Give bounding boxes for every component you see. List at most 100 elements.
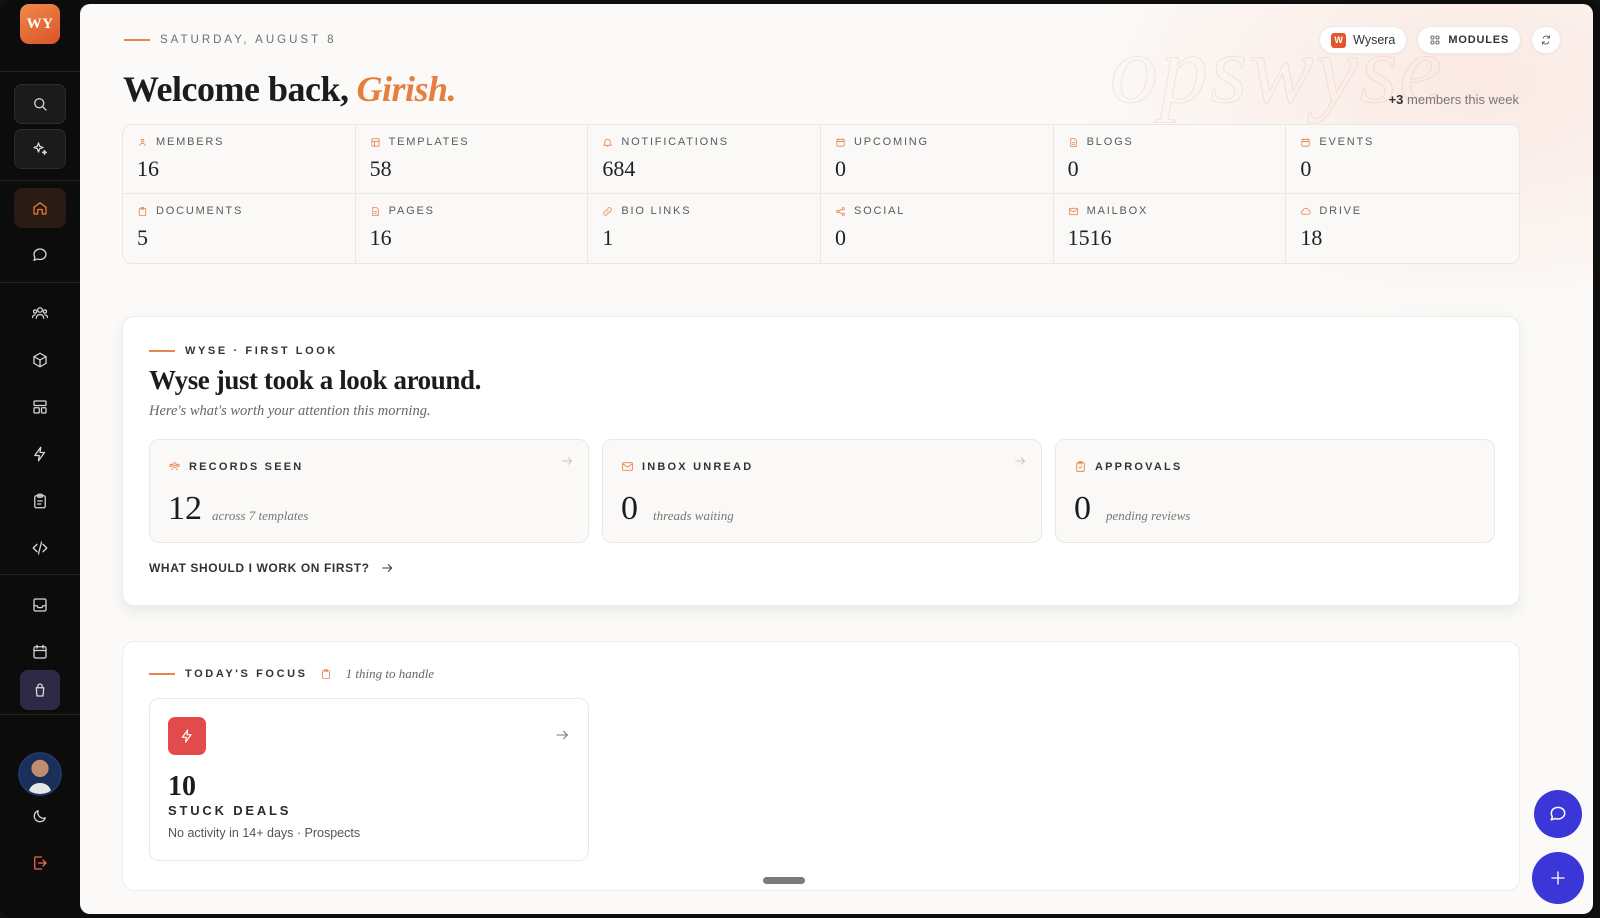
sidebar-item-calendar[interactable] <box>14 632 66 672</box>
document-icon <box>371 206 379 216</box>
stuck-deals-tile[interactable]: 10 STUCK DEALS No activity in 14+ days ·… <box>149 698 589 861</box>
stat-value: 0 <box>1067 156 1079 181</box>
bell-icon <box>603 138 613 147</box>
workspace-switcher[interactable]: W Wysera <box>1319 26 1408 54</box>
sidebar-divider <box>0 714 80 715</box>
calendar-icon <box>1301 137 1310 147</box>
share-icon <box>836 206 845 216</box>
sidebar-divider <box>0 282 80 283</box>
plus-icon <box>1551 871 1565 885</box>
sidebar-item-tasks[interactable] <box>14 481 66 521</box>
inbox-unread-tile[interactable]: INBOX UNREAD 0 threads waiting <box>602 439 1042 543</box>
stats-grid: MEMBERS 16 TEMPLATES 58 NOTIFICATIONS 68… <box>122 124 1520 264</box>
users-icon <box>31 307 49 319</box>
current-date: SATURDAY, AUGUST 8 <box>160 34 337 46</box>
members-icon <box>139 138 146 146</box>
stat-value: 16 <box>137 156 159 181</box>
search-icon <box>34 98 47 111</box>
modules-button[interactable]: MODULES <box>1417 26 1521 54</box>
logout-icon <box>34 856 47 870</box>
brand-logo[interactable]: WY <box>20 4 60 44</box>
sidebar-item-templates[interactable] <box>14 387 66 427</box>
logout-button[interactable] <box>14 843 66 883</box>
bolt-icon <box>34 446 46 462</box>
app-frame: WY opswyse SATURDAY, AUGUST 8 Welcome ba… <box>0 0 1600 918</box>
user-avatar[interactable] <box>18 752 62 796</box>
sidebar-item-inbox[interactable] <box>14 585 66 625</box>
stat-pages[interactable]: PAGES 16 <box>356 194 589 263</box>
sidebar-item-automations[interactable] <box>14 434 66 474</box>
todays-focus-card: TODAY'S FOCUS 1 thing to handle 10 STUCK… <box>122 641 1520 891</box>
stat-mailbox[interactable]: MAILBOX 1516 <box>1054 194 1287 263</box>
tile-label: INBOX UNREAD <box>642 460 754 473</box>
arrow-right-icon <box>381 564 392 572</box>
stat-label: DRIVE <box>1319 205 1362 217</box>
clipboard-icon <box>321 669 330 679</box>
stat-documents[interactable]: DOCUMENTS 5 <box>123 194 356 263</box>
stat-events[interactable]: EVENTS 0 <box>1286 125 1519 194</box>
stuck-deals-count: 10 <box>168 771 196 802</box>
document-icon <box>1069 137 1077 147</box>
focus-count: 1 thing to handle <box>345 666 435 681</box>
arrow-right-icon <box>1015 457 1026 465</box>
moon-icon <box>33 810 46 823</box>
search-button[interactable] <box>14 84 66 124</box>
stat-value: 1 <box>602 225 614 250</box>
stat-members[interactable]: MEMBERS 16 <box>123 125 356 194</box>
sidebar-divider <box>0 71 80 72</box>
stuck-deals-description: No activity in 14+ days · Prospects <box>168 826 361 840</box>
work-first-button[interactable]: WHAT SHOULD I WORK ON FIRST? <box>149 561 394 575</box>
stat-upcoming[interactable]: UPCOMING 0 <box>821 125 1054 194</box>
sidebar-item-chat[interactable] <box>14 235 66 275</box>
approvals-tile[interactable]: APPROVALS 0 pending reviews <box>1055 439 1495 543</box>
add-fab-button[interactable] <box>1532 852 1584 904</box>
mail-icon <box>1068 207 1078 215</box>
focus-eyebrow: TODAY'S FOCUS 1 thing to handle <box>149 666 434 682</box>
clipboard-icon <box>138 206 147 216</box>
stat-label: EVENTS <box>1319 136 1375 148</box>
sidebar-divider <box>0 180 80 181</box>
sidebar-item-home[interactable] <box>14 188 66 228</box>
theme-toggle-button[interactable] <box>14 796 66 836</box>
user-name: Girish. <box>356 69 457 109</box>
ai-sparkle-button[interactable] <box>14 129 66 169</box>
stat-label: BIO LINKS <box>621 205 692 217</box>
sidebar-item-members[interactable] <box>14 293 66 333</box>
refresh-button[interactable] <box>1531 26 1561 54</box>
chat-fab-button[interactable] <box>1534 790 1582 838</box>
workspace-badge-icon: W <box>1331 32 1347 48</box>
tile-note: across 7 templates <box>212 508 309 523</box>
sidebar-item-records[interactable] <box>14 340 66 380</box>
stat-value: 0 <box>835 156 846 181</box>
chat-bubble-icon <box>1550 806 1566 821</box>
stat-drive[interactable]: DRIVE 18 <box>1286 194 1519 263</box>
members-week-count: +3 <box>1388 92 1404 107</box>
header-actions: W Wysera MODULES <box>1319 26 1561 54</box>
stuck-deals-label: STUCK DEALS <box>168 803 292 818</box>
stat-label: MEMBERS <box>156 136 225 148</box>
tile-note: threads waiting <box>653 508 734 523</box>
focus-eyebrow-text: TODAY'S FOCUS <box>185 668 308 680</box>
accent-line <box>149 673 175 675</box>
chat-bubble-icon <box>33 248 47 261</box>
refresh-icon <box>1542 35 1550 45</box>
members-week-text: members this week <box>1407 92 1519 107</box>
stat-label: NOTIFICATIONS <box>621 136 729 148</box>
stat-blogs[interactable]: BLOGS 0 <box>1053 125 1287 194</box>
scroll-handle[interactable] <box>763 877 805 884</box>
sidebar-item-bag[interactable] <box>20 670 60 710</box>
sidebar-item-developer[interactable] <box>14 528 66 568</box>
page-title: Welcome back, Girish. <box>123 68 457 110</box>
stat-bio-links[interactable]: BIO LINKS 1 <box>588 194 821 263</box>
stat-social[interactable]: SOCIAL 0 <box>821 194 1054 263</box>
cloud-icon <box>1301 207 1311 215</box>
tile-note: pending reviews <box>1106 508 1191 523</box>
stat-label: UPCOMING <box>854 136 929 148</box>
stat-notifications[interactable]: NOTIFICATIONS 684 <box>588 125 821 194</box>
stat-templates[interactable]: TEMPLATES 58 <box>355 125 589 194</box>
main-content: opswyse SATURDAY, AUGUST 8 Welcome back,… <box>80 4 1593 914</box>
sidebar: WY <box>0 0 80 918</box>
records-seen-tile[interactable]: RECORDS SEEN 12 across 7 templates <box>149 439 589 543</box>
link-icon <box>603 206 612 216</box>
first-look-subtitle: Here's what's worth your attention this … <box>149 403 431 419</box>
